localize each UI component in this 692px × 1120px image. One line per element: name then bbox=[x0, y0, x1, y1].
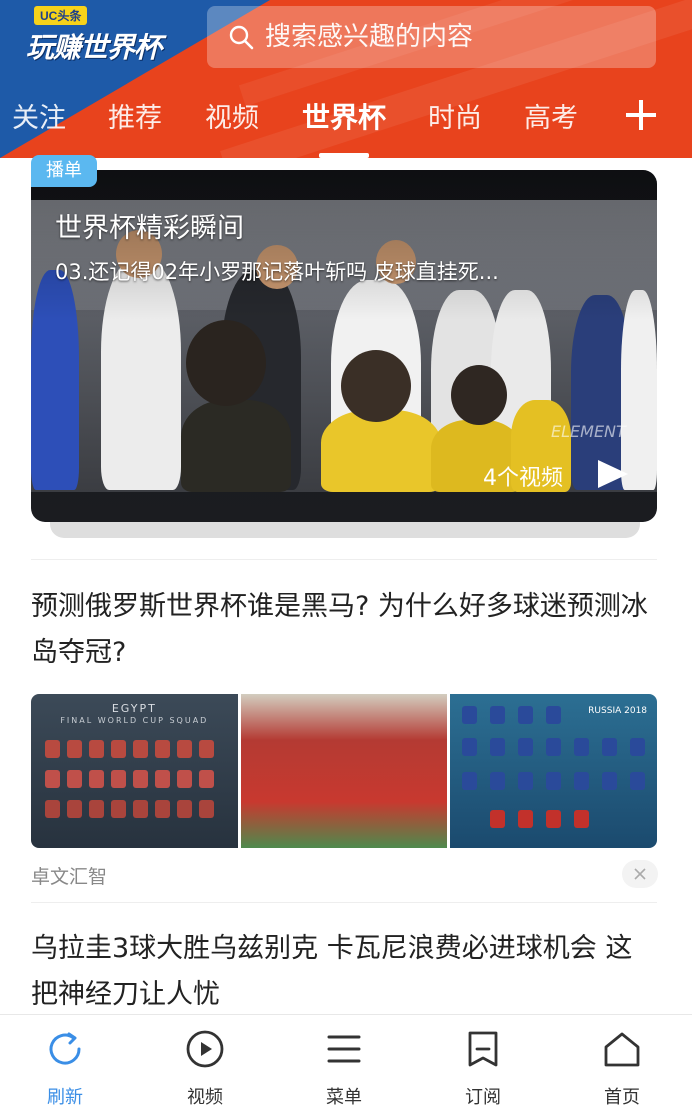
channel-tabs: 关注 推荐 视频 世界杯 时尚 高考 bbox=[0, 88, 692, 158]
playlist-card[interactable]: 世界杯精彩瞬间 03.还记得02年小罗那记落叶斩吗 皮球直挂死... ELEME… bbox=[31, 170, 657, 522]
nav-label: 订阅 bbox=[465, 1087, 501, 1108]
search-input[interactable] bbox=[265, 22, 625, 52]
playlist-title: 世界杯精彩瞬间 bbox=[55, 213, 244, 244]
subscribe-icon bbox=[468, 1031, 498, 1067]
add-channel-icon[interactable] bbox=[626, 100, 656, 130]
app-logo[interactable]: UC头条 玩赚世界杯 bbox=[26, 4, 176, 68]
article-title[interactable]: 预测俄罗斯世界杯谁是黑马? 为什么好多球迷预测冰岛夺冠? bbox=[31, 584, 657, 676]
article-thumbnails[interactable]: EGYPT FINAL WORLD CUP SQUAD RUSSIA 2018 bbox=[31, 694, 658, 848]
thumbnail-egypt-squad: EGYPT FINAL WORLD CUP SQUAD bbox=[31, 694, 238, 848]
video-watermark: ELEMENT bbox=[551, 422, 626, 441]
menu-icon bbox=[327, 1035, 361, 1063]
nav-refresh[interactable]: 刷新 bbox=[25, 1029, 105, 1109]
search-icon bbox=[229, 25, 254, 50]
tab-gaokao[interactable]: 高考 bbox=[524, 96, 578, 135]
header: UC头条 玩赚世界杯 关注 推荐 视频 世界杯 时尚 高考 bbox=[0, 0, 692, 158]
logo-title: 玩赚世界杯 bbox=[26, 31, 162, 64]
thumbnail-team-photo bbox=[240, 694, 448, 848]
thumbnail-france-squad: RUSSIA 2018 bbox=[450, 694, 658, 848]
dismiss-button[interactable] bbox=[622, 860, 658, 888]
refresh-icon bbox=[49, 1032, 81, 1065]
nav-label: 刷新 bbox=[47, 1087, 83, 1108]
article-title[interactable]: 乌拉圭3球大胜乌兹别克 卡瓦尼浪费必进球机会 这把神经刀让人忧 bbox=[31, 926, 657, 1018]
nav-label: 菜单 bbox=[326, 1087, 362, 1108]
search-bar[interactable] bbox=[207, 6, 656, 68]
nav-label: 首页 bbox=[604, 1087, 640, 1108]
nav-video[interactable]: 视频 bbox=[165, 1029, 245, 1109]
tab-video[interactable]: 视频 bbox=[205, 96, 259, 135]
nav-subscribe[interactable]: 订阅 bbox=[443, 1029, 523, 1109]
nav-home[interactable]: 首页 bbox=[582, 1029, 662, 1109]
tab-fashion[interactable]: 时尚 bbox=[428, 96, 482, 135]
active-tab-indicator bbox=[319, 153, 369, 158]
playlist-subtitle: 03.还记得02年小罗那记落叶斩吗 皮球直挂死... bbox=[55, 260, 499, 284]
bottom-navigation: 刷新 视频 菜单 订阅 首页 bbox=[0, 1014, 692, 1120]
nav-label: 视频 bbox=[187, 1087, 223, 1108]
home-icon bbox=[604, 1032, 640, 1067]
play-circle-icon bbox=[186, 1030, 224, 1068]
article-source: 卓文汇智 bbox=[31, 866, 108, 888]
tab-follow[interactable]: 关注 bbox=[12, 96, 66, 135]
video-count: 4个视频 bbox=[483, 466, 563, 491]
tab-recommend[interactable]: 推荐 bbox=[108, 96, 162, 135]
divider bbox=[31, 559, 657, 560]
playlist-tag: 播单 bbox=[31, 155, 97, 187]
nav-menu[interactable]: 菜单 bbox=[304, 1029, 384, 1109]
close-icon bbox=[634, 868, 646, 880]
divider bbox=[31, 902, 657, 903]
logo-badge: UC头条 bbox=[34, 6, 88, 25]
play-icon[interactable] bbox=[598, 460, 628, 488]
tab-world-cup[interactable]: 世界杯 bbox=[302, 96, 386, 136]
